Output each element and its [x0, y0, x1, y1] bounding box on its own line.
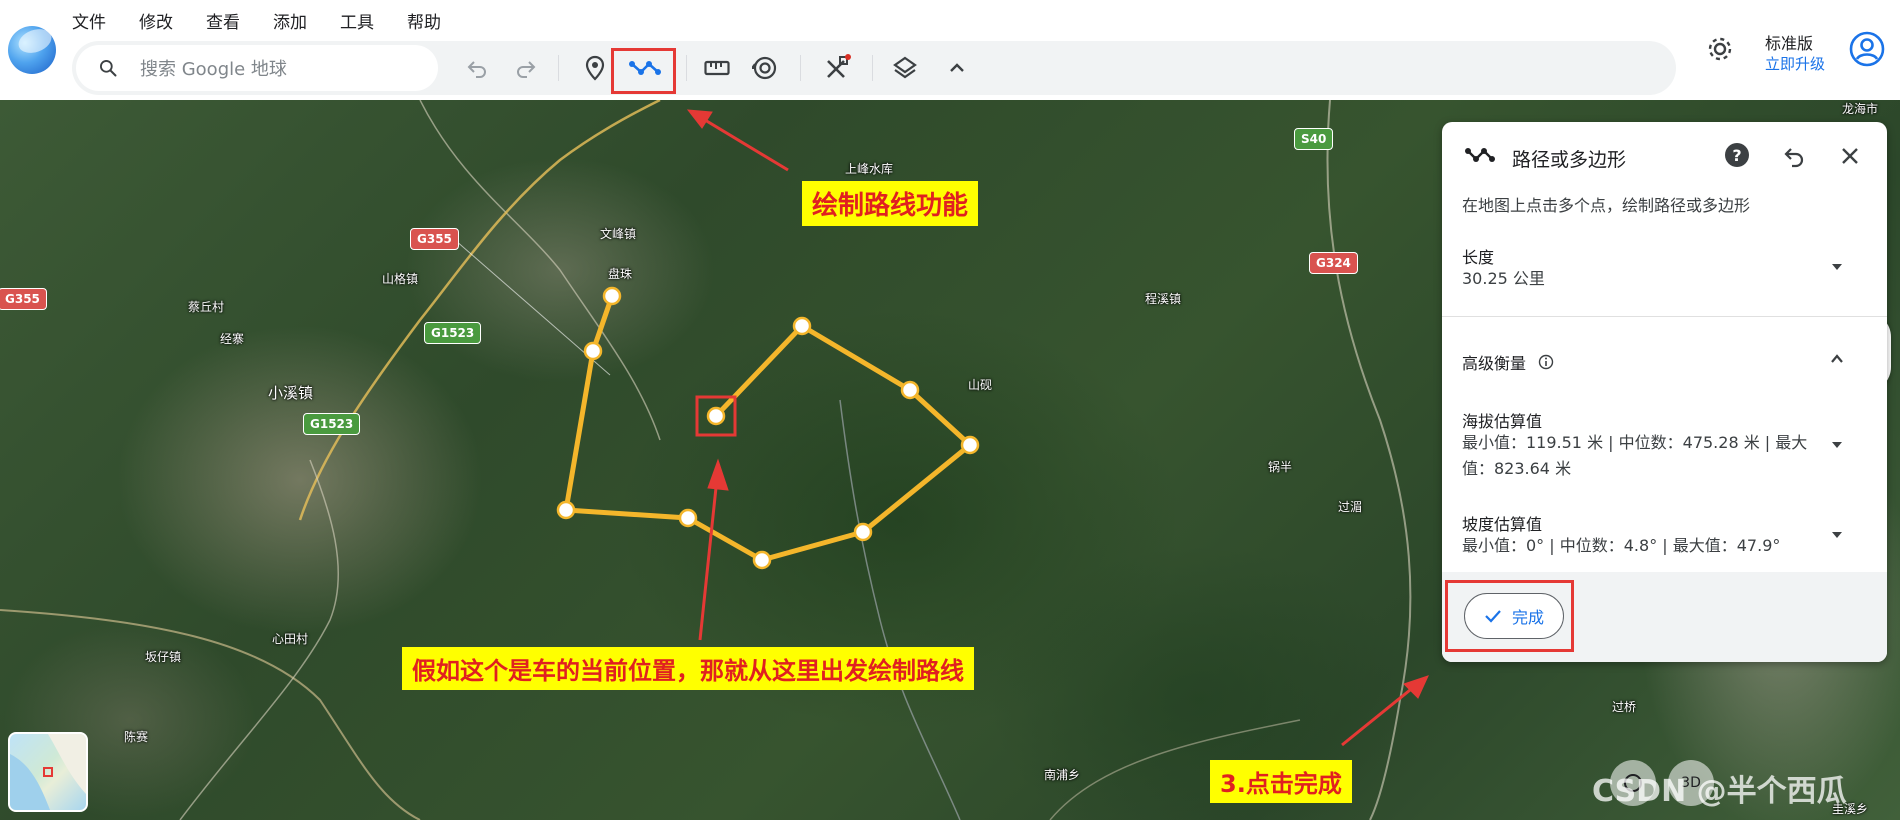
settings-button[interactable]: [1705, 34, 1735, 68]
redo-button[interactable]: [505, 47, 547, 89]
elevation-label: 海拔估算值: [1462, 412, 1543, 431]
watermark: CSDN @半个西瓜: [1592, 774, 1847, 809]
close-panel-button[interactable]: [1840, 146, 1860, 170]
upgrade-link[interactable]: 立即升级: [1765, 53, 1825, 74]
add-placemark-button[interactable]: [574, 47, 616, 89]
path-vertex[interactable]: [752, 550, 772, 570]
edition-label: 标准版: [1765, 34, 1814, 53]
path-vertex[interactable]: [792, 316, 812, 336]
path-button-highlight: [611, 48, 676, 94]
historical-imagery-button[interactable]: [744, 47, 786, 89]
path-vertex[interactable]: [706, 406, 726, 426]
layers-button[interactable]: [884, 47, 926, 89]
panel-title: 路径或多边形: [1512, 149, 1627, 171]
length-label: 长度: [1462, 248, 1495, 267]
toolbar-divider: [558, 55, 559, 81]
info-icon[interactable]: [1538, 354, 1554, 370]
help-button[interactable]: ?: [1724, 142, 1750, 172]
tools-button[interactable]: [816, 47, 858, 89]
toolbar-divider: [800, 55, 801, 81]
menu-bar: 文件 修改 查看 添加 工具 帮助: [72, 6, 474, 35]
settings-icon: [1708, 37, 1732, 61]
path-vertex[interactable]: [960, 435, 980, 455]
slope-label: 坡度估算值: [1462, 515, 1543, 534]
arrow-head: [1403, 675, 1429, 699]
measure-button[interactable]: [696, 47, 738, 89]
path-vertex[interactable]: [583, 341, 603, 361]
undo-panel-button[interactable]: [1782, 144, 1806, 172]
arrow-head: [686, 109, 713, 129]
done-button-highlight: [1445, 580, 1574, 652]
account-icon: [1849, 31, 1885, 67]
help-icon: ?: [1725, 143, 1749, 167]
menu-file[interactable]: 文件: [72, 6, 120, 35]
google-earth-logo: [8, 26, 56, 74]
length-value: 30.25 公里: [1462, 269, 1545, 288]
path-vertex[interactable]: [602, 286, 622, 306]
search-icon: [100, 59, 117, 77]
path-vertex[interactable]: [900, 380, 920, 400]
undo-button[interactable]: [456, 47, 498, 89]
tools-icon: [827, 54, 851, 78]
menu-view[interactable]: 查看: [206, 6, 254, 35]
elevation-value: 最小值：119.51 米 | 中位数：475.28 米 | 最大值：823.64…: [1462, 433, 1808, 478]
arrow-head: [707, 458, 729, 491]
callout-current-position: 假如这个是车的当前位置，那就从这里出发绘制路线: [402, 647, 974, 690]
minimap[interactable]: [8, 732, 88, 812]
search-input[interactable]: [138, 54, 422, 84]
callout-click-done: 3.点击完成: [1210, 760, 1352, 803]
panel-instruction: 在地图上点击多个点，绘制路径或多边形: [1462, 196, 1751, 215]
layers-icon: [893, 56, 917, 79]
chevron-down-icon[interactable]: [1830, 530, 1844, 540]
svg-text:?: ?: [1732, 146, 1741, 165]
chevron-up-icon[interactable]: [1830, 354, 1844, 364]
ruler-icon: [704, 60, 730, 76]
path-vertex[interactable]: [678, 508, 698, 528]
close-icon: [1842, 148, 1858, 164]
path-vertex[interactable]: [556, 500, 576, 520]
redo-icon: [517, 61, 536, 78]
toolbar-divider: [872, 55, 873, 81]
path-vertex[interactable]: [853, 522, 873, 542]
menu-add[interactable]: 添加: [273, 6, 321, 35]
toolbar: [72, 41, 1676, 95]
menu-edit[interactable]: 修改: [139, 6, 187, 35]
history-icon: [752, 56, 777, 80]
undo-icon: [1784, 148, 1804, 168]
menu-help[interactable]: 帮助: [407, 6, 455, 35]
slope-value: 最小值：0° | 中位数：4.8° | 最大值：47.9°: [1462, 536, 1781, 555]
toolbar-divider: [686, 55, 687, 81]
account-button[interactable]: [1848, 30, 1886, 72]
advanced-measure-label: 高级衡量: [1462, 354, 1527, 373]
search-box: [76, 45, 438, 91]
chevron-down-icon[interactable]: [1830, 262, 1844, 272]
minimap-image: [10, 734, 86, 810]
undo-icon: [467, 61, 486, 78]
chevron-down-icon[interactable]: [1830, 440, 1844, 450]
path-icon: [1465, 148, 1495, 162]
divider: [1442, 316, 1887, 317]
callout-draw-route: 绘制路线功能: [802, 181, 979, 226]
chevron-up-icon: [950, 63, 964, 72]
top-bar: 文件 修改 查看 添加 工具 帮助 搜索 Google 地球 标准版 立即升级: [0, 0, 1900, 100]
placemark-icon: [585, 55, 605, 81]
menu-tools[interactable]: 工具: [340, 6, 388, 35]
collapse-toolbar-button[interactable]: [936, 47, 978, 89]
